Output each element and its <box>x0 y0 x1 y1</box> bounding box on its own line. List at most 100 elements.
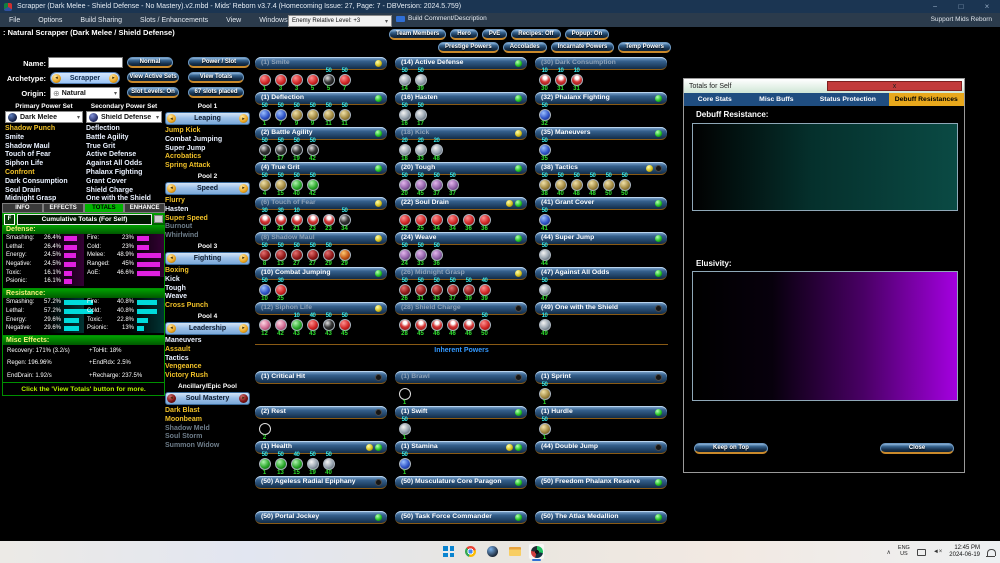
enhancement-slot[interactable]: 50 1 <box>537 382 552 406</box>
power-task-force-commander[interactable]: (50) Task Force Commander <box>395 511 527 524</box>
power-led[interactable] <box>515 269 522 277</box>
pool-power-jump-kick[interactable]: Jump Kick <box>165 127 250 136</box>
pool-select-fighting[interactable]: ◂ Fighting ▸ <box>165 251 250 265</box>
enhancement-slot[interactable]: 30 25 <box>273 278 288 302</box>
enhancement-slot[interactable]: 50 41 <box>537 208 552 232</box>
tab-totals[interactable]: TOTALS <box>83 203 125 213</box>
enhancement-slot[interactable]: 50 34 <box>337 208 352 232</box>
menu-item-options[interactable]: Options <box>29 17 71 24</box>
enhancement-slot[interactable]: 50 17 <box>413 103 428 127</box>
enhancement-slot[interactable]: 50 9 <box>305 103 320 127</box>
powerset-power-grant-cover[interactable]: Grant Cover <box>86 178 162 187</box>
pool-power-tactics[interactable]: Tactics <box>165 355 250 364</box>
powerset-power-soul-drain[interactable]: Soul Drain <box>5 187 83 196</box>
arrow-right-icon[interactable]: ▸ <box>238 183 248 193</box>
enhancement-slot[interactable]: 50 27 <box>289 243 304 267</box>
totals-window-titlebar[interactable]: Totals for Self x <box>684 79 964 93</box>
power-led[interactable] <box>366 443 373 451</box>
power-led[interactable] <box>515 129 522 137</box>
enhancement-slot[interactable]: 50 31 <box>413 278 428 302</box>
enhancement-slot[interactable]: 50 35 <box>537 138 552 162</box>
tab-enhance[interactable]: ENHANCE <box>124 203 165 213</box>
enhancement-slot[interactable]: 50 42 <box>305 173 320 197</box>
enhancement-slot[interactable]: 34 <box>429 208 444 232</box>
arrow-left-icon[interactable]: ◂ <box>167 253 176 263</box>
start-button[interactable] <box>440 543 457 560</box>
minimize-icon[interactable]: − <box>922 0 948 13</box>
pool-power-soul-storm[interactable]: Soul Storm <box>165 433 250 442</box>
enhancement-slot[interactable]: 50 24 <box>397 243 412 267</box>
enhancement-slot[interactable]: 50 27 <box>305 243 320 267</box>
enhancement-slot[interactable]: 5 <box>305 68 320 92</box>
enhancement-slot[interactable]: 50 15 <box>273 173 288 197</box>
power-brawl[interactable]: (1) Brawl <box>395 371 527 384</box>
arrow-left-icon[interactable]: ◂ <box>167 393 176 403</box>
power-stamina[interactable]: (1) Stamina <box>395 441 527 454</box>
power-led[interactable] <box>515 199 522 207</box>
enhancement-slot[interactable]: 3 <box>273 68 288 92</box>
pool-power-whirlwind[interactable]: Whirlwind <box>165 232 250 241</box>
enhancement-slot[interactable]: 50 1 <box>397 417 412 441</box>
secondary-powerset-select[interactable]: Shield Defense ▾ <box>86 111 162 123</box>
enhancement-slot[interactable]: 46 <box>461 313 476 337</box>
power-led[interactable] <box>375 164 382 172</box>
power-led[interactable] <box>655 373 662 381</box>
enhancement-slot[interactable]: 50 16 <box>397 103 412 127</box>
archetype-select[interactable]: ◂ Scrapper ▸ <box>50 72 120 84</box>
name-input[interactable] <box>48 57 123 68</box>
power-led[interactable] <box>655 513 662 521</box>
power-led[interactable] <box>515 373 522 381</box>
enhancement-slot[interactable]: 50 14 <box>397 68 412 92</box>
enhancement-slot[interactable]: 30 21 <box>273 208 288 232</box>
pool-select-leadership[interactable]: ◂ Leadership ▸ <box>165 321 250 335</box>
enhancement-slot[interactable]: 50 26 <box>397 278 412 302</box>
arrow-left-icon[interactable]: ◂ <box>167 323 176 333</box>
powerset-power-against-all-odds[interactable]: Against All Odds <box>86 160 162 169</box>
enhancement-slot[interactable]: 1 <box>257 68 272 92</box>
clock[interactable]: 12:45 PM 2024-06-19 <box>949 545 980 559</box>
power-led[interactable] <box>506 199 513 207</box>
power-led[interactable] <box>375 94 382 102</box>
power-led[interactable] <box>515 304 522 312</box>
enhancement-slot[interactable]: 36 <box>461 208 476 232</box>
power-led[interactable] <box>655 269 662 277</box>
enhancement-slot[interactable]: 23 <box>305 208 320 232</box>
enhancement-slot[interactable]: 50 32 <box>537 103 552 127</box>
tab-misc-buffs[interactable]: Misc Buffs <box>746 93 808 106</box>
pool-power-weave[interactable]: Weave <box>165 293 250 302</box>
enhancement-slot[interactable]: 50 19 <box>305 452 320 476</box>
pool-power-boxing[interactable]: Boxing <box>165 267 250 276</box>
prestige-powers-button[interactable]: Prestige Powers <box>438 42 499 53</box>
close-icon[interactable]: x <box>827 81 962 91</box>
notifications-icon[interactable] <box>986 548 996 557</box>
normal-button[interactable]: Normal <box>127 57 173 68</box>
support-link[interactable]: Support Mids Reborn <box>931 16 992 23</box>
enhancement-slot[interactable]: 50 38 <box>537 173 552 197</box>
tab-info[interactable]: INFO <box>2 203 43 213</box>
enhancement-slot[interactable]: 50 11 <box>337 103 352 127</box>
enhancement-slot[interactable]: 40 39 <box>477 278 492 302</box>
power-led[interactable] <box>375 478 382 486</box>
powerset-power-true-grit[interactable]: True Grit <box>86 143 162 152</box>
view-active-sets-button[interactable]: View Active Sets <box>127 72 179 83</box>
arrow-right-icon[interactable]: ▸ <box>239 114 248 123</box>
enhancement-slot[interactable]: 10 31 <box>569 68 584 92</box>
enhancement-slot[interactable]: 50 40 <box>553 173 568 197</box>
pool-select-speed[interactable]: ◂ Speed ▸ <box>165 181 250 195</box>
pool-power-tough[interactable]: Tough <box>165 285 250 294</box>
powerset-power-shadow-punch[interactable]: Shadow Punch <box>5 125 83 134</box>
powerset-power-touch-of-fear[interactable]: Touch of Fear <box>5 151 83 160</box>
enhancement-slot[interactable]: 50 50 <box>601 173 616 197</box>
power-super-jump[interactable]: (44) Super Jump <box>535 232 667 245</box>
enhancement-slot[interactable]: 50 40 <box>289 173 304 197</box>
enhancement-slot[interactable]: 50 19 <box>289 138 304 162</box>
pool-power-victory-rush[interactable]: Victory Rush <box>165 372 250 381</box>
power-rest[interactable]: (2) Rest <box>255 406 387 419</box>
power-grant-cover[interactable]: (41) Grant Cover <box>535 197 667 210</box>
power-musculature-core-paragon[interactable]: (50) Musculature Core Paragon <box>395 476 527 489</box>
enhancement-slot[interactable]: 46 <box>445 313 460 337</box>
enhancement-slot[interactable]: 50 1 <box>537 417 552 441</box>
power-led[interactable] <box>515 234 522 242</box>
arrow-right-icon[interactable]: ▸ <box>238 393 248 403</box>
power-double-jump[interactable]: (44) Double Jump <box>535 441 667 454</box>
